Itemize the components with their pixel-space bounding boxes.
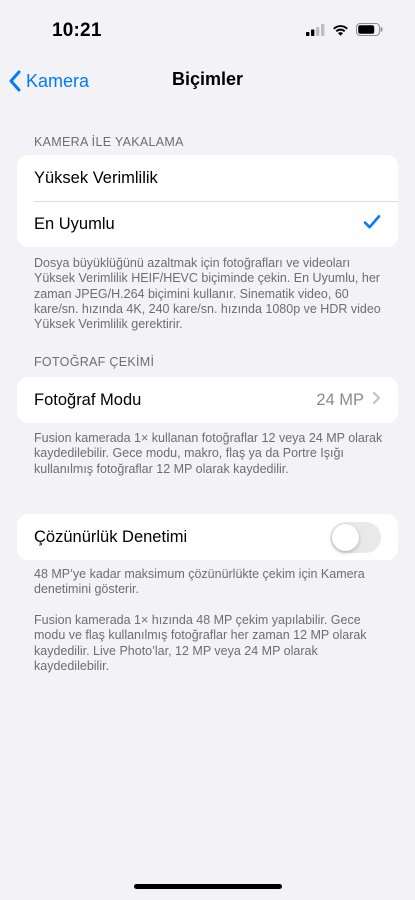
status-bar: 10:21 [0, 0, 415, 60]
option-most-compatible[interactable]: En Uyumlu [17, 201, 398, 247]
resolution-footer-1: 48 MP’ye kadar maksimum çözünürlükte çek… [34, 567, 365, 597]
toggle-knob [332, 523, 359, 551]
option-label: Yüksek Verimlilik [34, 168, 158, 187]
resolution-control-label: Çözünürlük Denetimi [34, 527, 188, 546]
photo-mode-group: Fotoğraf Modu 24 MP [17, 377, 398, 423]
photo-section-header: FOTOĞRAF ÇEKİMİ [34, 355, 155, 369]
capture-section-header: KAMERA İLE YAKALAMA [34, 135, 184, 149]
resolution-footer-2: Fusion kamerada 1× hızında 48 MP çekim y… [34, 613, 367, 673]
resolution-group: Çözünürlük Denetimi [17, 514, 398, 560]
chevron-right-icon [372, 391, 381, 410]
photo-mode-value: 24 MP [316, 390, 364, 409]
checkmark-icon [363, 214, 381, 235]
resolution-control-toggle[interactable] [330, 521, 381, 553]
photo-mode-label: Fotoğraf Modu [34, 390, 142, 409]
wifi-icon [332, 24, 349, 36]
photo-mode-row[interactable]: Fotoğraf Modu 24 MP [17, 377, 398, 423]
status-icons [306, 23, 383, 36]
cellular-signal-icon [306, 23, 325, 36]
capture-format-group: Yüksek Verimlilik En Uyumlu [17, 155, 398, 247]
photo-footer: Fusion kamerada 1× kullanan fotoğraflar … [34, 431, 383, 476]
option-label: En Uyumlu [34, 214, 115, 233]
capture-footer: Dosya büyüklüğünü azaltmak için fotoğraf… [34, 256, 381, 332]
option-high-efficiency[interactable]: Yüksek Verimlilik [17, 155, 398, 201]
status-time: 10:21 [52, 20, 102, 41]
battery-icon [356, 23, 383, 36]
page-title: Biçimler [171, 69, 244, 89]
home-indicator [134, 884, 282, 889]
nav-bar: Kamera Biçimler [0, 60, 415, 100]
resolution-control-row: Çözünürlük Denetimi [17, 514, 398, 560]
